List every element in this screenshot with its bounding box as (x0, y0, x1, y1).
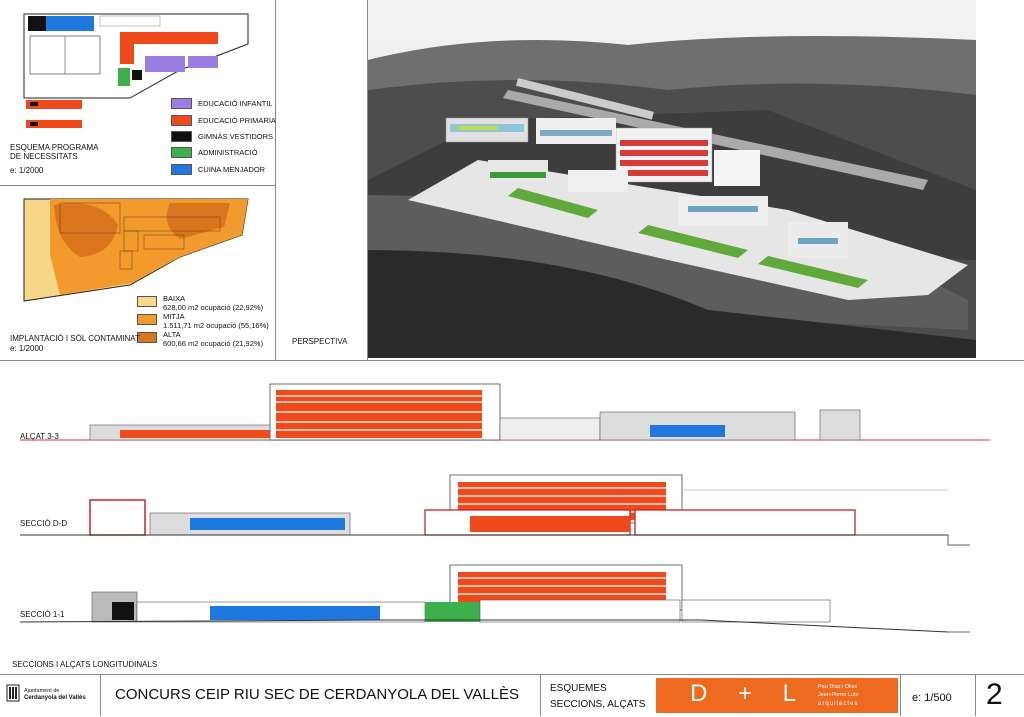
elevation-3-3 (20, 383, 990, 441)
authors-line1: Pau Díaz i Oliva (818, 684, 858, 690)
legend-swatch (171, 97, 192, 109)
section-d-d (20, 474, 970, 546)
contaminated-title: IMPLANTACIÓ I SÒL CONTAMINAT (10, 334, 140, 343)
legend-item-cuina: CUINA MENJADOR (171, 163, 265, 175)
sheet-scale: e: 1/500 (912, 692, 952, 704)
contam-high-label: ALTA (163, 330, 181, 339)
main-title: CONCURS CEIP RIU SEC DE CERDANYOLA DEL V… (115, 686, 520, 703)
legend-item-gimnas: GIMNÀS VESTIDORS (171, 130, 273, 142)
contaminated-scale: e: 1/2000 (10, 344, 44, 353)
contam-swatch-mid (137, 314, 157, 325)
contaminated-site-plan (23, 198, 249, 302)
brand-mark: D + L (690, 680, 809, 707)
contam-swatch-high (137, 332, 157, 343)
perspective-render (368, 0, 976, 358)
legend-label: EDUCACIÓ INFANTIL (198, 98, 273, 108)
legend-label: CUINA MENJADOR (198, 164, 266, 174)
legend-item-administracio: ADMINISTRACIÓ (171, 146, 258, 158)
section-1-1 (19, 564, 970, 633)
legend-swatch (171, 163, 192, 175)
title-divider-4 (975, 674, 976, 716)
legend-label: EDUCACIÓ PRIMARIA (198, 115, 276, 125)
contam-low-detail: 628,00 m2 ocupació (22,92%) (163, 303, 264, 312)
legend-item-infantil: EDUCACIÓ INFANTIL (171, 97, 273, 109)
legend-swatch (171, 130, 192, 142)
legend-swatch (171, 146, 192, 158)
authors-line3: arquitectes (818, 701, 859, 707)
title-divider-2 (540, 674, 541, 716)
legend-label: ADMINISTRACIÓ (198, 147, 258, 157)
label-seccio-1-1: SECCIÓ 1-1 (20, 610, 65, 619)
label-sections-footer: SECCIONS I ALÇATS LONGITUDINALS (12, 660, 158, 669)
program-scale: e: 1/2000 (10, 166, 44, 175)
municipal-logo-icon (6, 684, 20, 702)
title-divider-1 (100, 674, 101, 716)
sheet-number: 2 (986, 678, 1003, 711)
program-site-plan (23, 13, 249, 99)
contam-mid-label: MITJA (163, 312, 185, 321)
left-panel-divider (0, 185, 275, 186)
title-divider-3 (900, 674, 901, 716)
legend-swatch (171, 114, 192, 126)
logo-line2: Cerdanyola del Vallès (24, 695, 86, 701)
subtitle-1: ESQUEMES (550, 683, 607, 694)
col-divider-1 (275, 0, 276, 360)
label-seccio-d-d: SECCIÓ D-D (20, 519, 68, 528)
program-first-floor-plan (26, 100, 82, 109)
legend-item-primaria: EDUCACIÓ PRIMARIA (171, 114, 276, 126)
contam-low-label: BAIXA (163, 294, 186, 303)
legend-label: GIMNÀS VESTIDORS (198, 131, 274, 141)
sections-drawing (19, 383, 990, 633)
logo-line1: Ajuntament de (24, 688, 60, 694)
contam-high-detail: 600,66 m2 ocupació (21,92%) (163, 339, 264, 348)
program-title-line1: ESQUEMA PROGRAMA (10, 143, 99, 152)
contam-mid-detail: 1.511,71 m2 ocupació (55,16%) (163, 321, 269, 330)
program-second-floor-plan (26, 120, 82, 128)
top-divider (0, 360, 1024, 361)
contam-swatch-low (137, 296, 157, 307)
subtitle-2: SECCIONS, ALÇATS (550, 699, 646, 710)
label-alcat-3-3: ALÇAT 3-3 (20, 432, 59, 441)
perspective-label: PERSPECTIVA (292, 337, 348, 346)
authors-line2: Jean-Pierre Lutz (818, 692, 859, 698)
program-title-line2: DE NECESSITATS (10, 152, 78, 161)
